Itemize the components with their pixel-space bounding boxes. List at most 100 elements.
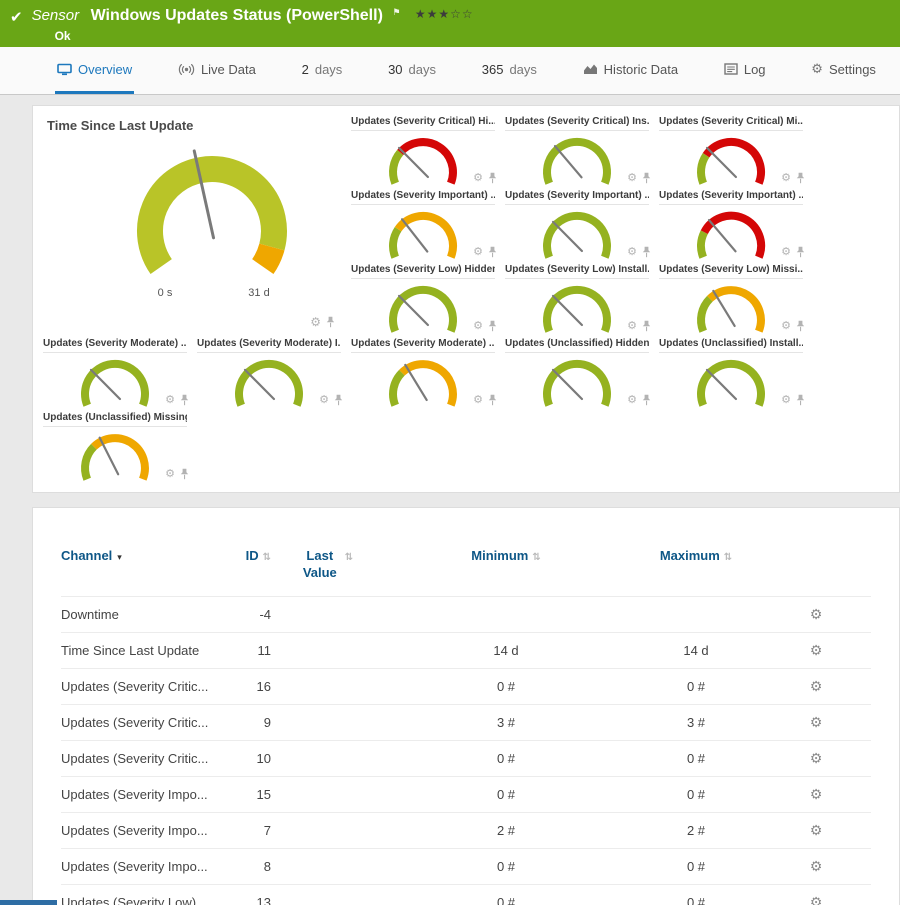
gauge-title: Updates (Severity Important) ...: [505, 190, 649, 205]
pin-icon[interactable]: [796, 246, 805, 258]
column-header-minimum[interactable]: Minimum⇅: [381, 542, 631, 596]
channel-id: 7: [226, 812, 271, 848]
gear-icon[interactable]: ⚙: [627, 321, 637, 332]
pin-icon[interactable]: [488, 246, 497, 258]
tab-30-days[interactable]: 30days: [386, 47, 438, 94]
sensor-header: ✔ Sensor Windows Updates Status (PowerSh…: [0, 0, 900, 47]
pin-icon[interactable]: [488, 172, 497, 184]
gauge-actions: ⚙: [627, 246, 651, 258]
channel-name: Updates (Severity Critic...: [61, 740, 226, 776]
sort-icon[interactable]: ⇅: [263, 552, 271, 563]
channel-actions-cell: ⚙: [761, 668, 871, 704]
cutoff-footer-element: [0, 900, 57, 905]
gear-icon[interactable]: ⚙: [627, 395, 637, 406]
channel-settings-gear-icon[interactable]: ⚙: [810, 714, 823, 730]
flag-icon[interactable]: ⚑: [392, 7, 400, 17]
column-header-maximum[interactable]: Maximum⇅: [631, 542, 761, 596]
table-row: Time Since Last Update1114 d14 d⚙: [61, 632, 871, 668]
gauge-chart: [371, 353, 475, 411]
sort-icon[interactable]: ⇅: [724, 552, 732, 563]
tab-2-days[interactable]: 2days: [300, 47, 345, 94]
tab-live-data[interactable]: Live Data: [176, 47, 258, 94]
gauge-chart: [371, 279, 475, 337]
gear-icon[interactable]: ⚙: [165, 395, 175, 406]
gauge-chart: [525, 279, 629, 337]
column-header-channel[interactable]: Channel▾: [61, 542, 226, 596]
gear-icon[interactable]: ⚙: [781, 247, 791, 258]
gauge-actions: ⚙: [473, 172, 497, 184]
status-badge: Ok: [32, 29, 474, 43]
status-check-icon: ✔: [10, 8, 23, 47]
pin-icon[interactable]: [642, 172, 651, 184]
gauge-title: Updates (Severity Critical) Mi...: [659, 116, 803, 131]
gauge-actions: ⚙: [781, 246, 805, 258]
channel-actions-cell: ⚙: [761, 704, 871, 740]
tab-log[interactable]: Log: [722, 47, 768, 94]
gauge-actions: ⚙: [473, 394, 497, 406]
channel-settings-gear-icon[interactable]: ⚙: [810, 786, 823, 802]
channel-actions-cell: ⚙: [761, 884, 871, 905]
pin-icon[interactable]: [642, 320, 651, 332]
channel-settings-gear-icon[interactable]: ⚙: [810, 822, 823, 838]
channel-name: Updates (Severity Impo...: [61, 848, 226, 884]
pin-icon[interactable]: [796, 172, 805, 184]
gear-icon[interactable]: ⚙: [473, 321, 483, 332]
priority-stars[interactable]: ★★★☆☆: [415, 7, 474, 21]
pin-icon[interactable]: [180, 468, 189, 480]
gear-icon[interactable]: ⚙: [473, 395, 483, 406]
gear-icon[interactable]: ⚙: [781, 173, 791, 184]
sort-icon[interactable]: ⇅: [532, 552, 540, 563]
channel-last-value: [271, 632, 381, 668]
pin-icon[interactable]: [334, 394, 343, 406]
gear-icon[interactable]: ⚙: [319, 395, 329, 406]
overview-icon: [57, 63, 72, 76]
channel-actions-cell: ⚙: [761, 812, 871, 848]
gear-icon[interactable]: ⚙: [781, 321, 791, 332]
caret-down-icon[interactable]: ▾: [117, 552, 122, 562]
column-header-id[interactable]: ID⇅: [226, 542, 271, 596]
pin-icon[interactable]: [180, 394, 189, 406]
gauge-chart: [217, 353, 321, 411]
pin-icon[interactable]: [796, 394, 805, 406]
channel-minimum: 0 #: [381, 848, 631, 884]
gauge-chart: [525, 353, 629, 411]
pin-icon[interactable]: [326, 316, 335, 328]
gear-icon[interactable]: ⚙: [627, 173, 637, 184]
gear-icon[interactable]: ⚙: [310, 316, 321, 328]
sort-icon[interactable]: ⇅: [345, 552, 353, 563]
gear-icon[interactable]: ⚙: [627, 247, 637, 258]
tab-historic-data[interactable]: Historic Data: [581, 47, 680, 94]
channel-maximum: 0 #: [631, 884, 761, 905]
gear-icon[interactable]: ⚙: [165, 469, 175, 480]
channel-settings-gear-icon[interactable]: ⚙: [810, 858, 823, 874]
pin-icon[interactable]: [642, 246, 651, 258]
gear-icon[interactable]: ⚙: [781, 395, 791, 406]
channel-id: 9: [226, 704, 271, 740]
channel-last-value: [271, 776, 381, 812]
tab-365-days[interactable]: 365days: [480, 47, 539, 94]
channel-id: 16: [226, 668, 271, 704]
channel-id: 15: [226, 776, 271, 812]
gauge-grid: Time Since Last Update 0 s 31 d ⚙ Update…: [41, 114, 891, 482]
channel-name: Updates (Severity Impo...: [61, 776, 226, 812]
channel-settings-gear-icon[interactable]: ⚙: [810, 606, 823, 622]
channel-id: -4: [226, 596, 271, 632]
channel-settings-gear-icon[interactable]: ⚙: [810, 750, 823, 766]
pin-icon[interactable]: [642, 394, 651, 406]
channel-settings-gear-icon[interactable]: ⚙: [810, 678, 823, 694]
gauges-panel: Time Since Last Update 0 s 31 d ⚙ Update…: [32, 105, 900, 493]
column-header-last-value[interactable]: Last Value⇅: [271, 542, 381, 596]
pin-icon[interactable]: [796, 320, 805, 332]
pin-icon[interactable]: [488, 394, 497, 406]
small-gauge-cell: Updates (Severity Critical) Ins...⚙: [503, 114, 655, 186]
channel-minimum: 0 #: [381, 740, 631, 776]
channel-settings-gear-icon[interactable]: ⚙: [810, 894, 823, 905]
pin-icon[interactable]: [488, 320, 497, 332]
gear-icon[interactable]: ⚙: [473, 247, 483, 258]
gauge-actions: ⚙: [781, 320, 805, 332]
gauge-title: Updates (Severity Moderate) ...: [351, 338, 495, 353]
gear-icon[interactable]: ⚙: [473, 173, 483, 184]
channel-settings-gear-icon[interactable]: ⚙: [810, 642, 823, 658]
tab-overview[interactable]: Overview: [55, 47, 134, 94]
tab-settings[interactable]: ⚙Settings: [809, 47, 878, 94]
